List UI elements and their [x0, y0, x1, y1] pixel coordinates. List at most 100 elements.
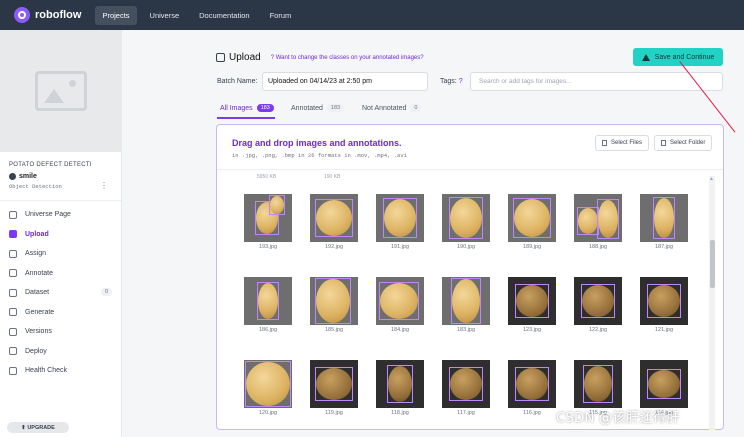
warning-icon: [641, 53, 650, 61]
image-tile[interactable]: 120.jpg: [244, 360, 292, 416]
image-thumbnail: [376, 277, 424, 325]
image-tile[interactable]: 118.jpg: [376, 360, 424, 416]
tags-input[interactable]: Search or add tags for images...: [470, 72, 723, 91]
tab-label: Not Annotated: [362, 104, 407, 112]
sidebar-item-upload[interactable]: Upload: [0, 225, 121, 245]
tab-annotated[interactable]: Annotated 183: [291, 104, 345, 112]
select-files-button[interactable]: Select Files: [595, 135, 650, 151]
image-tile[interactable]: 183.jpg: [442, 277, 490, 333]
sidebar-item-label: Health Check: [25, 367, 68, 375]
image-thumbnail: [310, 277, 358, 325]
image-filename: 188.jpg: [588, 244, 608, 250]
page-title: Upload: [229, 52, 261, 63]
image-tile[interactable]: 123.jpg: [508, 277, 556, 333]
image-tile[interactable]: 119.jpg: [310, 360, 358, 416]
image-tile[interactable]: 122.jpg: [574, 277, 622, 333]
upgrade-label: UPGRADE: [27, 424, 55, 431]
project-name: POTATO DEFECT DETECTI: [9, 162, 92, 168]
active-tab-indicator: [217, 117, 275, 119]
image-thumbnail: [640, 277, 688, 325]
upgrade-button[interactable]: ⬆ UPGRADE: [7, 422, 69, 433]
upload-dropzone[interactable]: Drag and drop images and annotations. in…: [216, 124, 724, 430]
nav-forum[interactable]: Forum: [263, 6, 299, 25]
versions-icon: [9, 327, 17, 336]
image-tile[interactable]: 185.jpg: [310, 277, 358, 333]
annotation-box: [449, 197, 483, 239]
image-tile[interactable]: 187.jpg: [640, 194, 688, 250]
help-link[interactable]: ? Want to change the classes on your ann…: [271, 55, 424, 61]
image-tile[interactable]: 192.jpg: [310, 194, 358, 250]
sidebar-item-label: Annotate: [25, 269, 54, 277]
select-folder-button[interactable]: Select Folder: [654, 135, 713, 151]
sidebar-item-universe-page[interactable]: Universe Page: [0, 205, 121, 225]
top-nav: roboflow Projects Universe Documentation…: [0, 0, 744, 30]
tab-label: All Images: [220, 104, 253, 112]
tab-not-annotated[interactable]: Not Annotated 0: [362, 104, 422, 112]
image-tile[interactable]: 193.jpg: [244, 194, 292, 250]
sidebar-item-generate[interactable]: Generate: [0, 303, 121, 323]
image-filename: 187.jpg: [654, 244, 674, 250]
project-type: Object Detection: [9, 183, 62, 190]
file-icon: [602, 140, 607, 146]
annotation-box: [647, 369, 681, 399]
sidebar-item-deploy[interactable]: Deploy: [0, 342, 121, 362]
sidebar-item-health-check[interactable]: Health Check: [0, 361, 121, 381]
image-tile[interactable]: 184.jpg: [376, 277, 424, 333]
tab-all-images[interactable]: All Images 183: [220, 104, 274, 112]
image-thumbnail: [376, 360, 424, 408]
nav-projects[interactable]: Projects: [95, 5, 137, 25]
image-tile[interactable]: 116.jpg: [508, 360, 556, 416]
upload-icon: [9, 230, 17, 239]
image-tile[interactable]: 186.jpg: [244, 277, 292, 333]
image-tile[interactable]: 190.jpg: [442, 194, 490, 250]
workspace-icon: [9, 173, 16, 180]
batch-name-label: Batch Name:: [217, 78, 258, 85]
annotation-box: [653, 197, 675, 239]
page-header: Upload ? Want to change the classes on y…: [216, 52, 424, 63]
image-tile[interactable]: 117.jpg: [442, 360, 490, 416]
image-filename: 184.jpg: [390, 327, 410, 333]
image-tile[interactable]: 188.jpg: [574, 194, 622, 250]
sidebar-item-assign[interactable]: Assign: [0, 244, 121, 264]
scrollbar-thumb[interactable]: [710, 240, 715, 288]
image-tile[interactable]: 121.jpg: [640, 277, 688, 333]
sidebar-item-dataset[interactable]: Dataset 0: [0, 283, 121, 303]
globe-icon: [9, 210, 17, 219]
save-button-label: Save and Continue: [654, 53, 715, 61]
annotation-box: [647, 284, 681, 318]
image-placeholder-icon: [35, 71, 87, 111]
image-tile[interactable]: 191.jpg: [376, 194, 424, 250]
kebab-menu-icon[interactable]: ⋮: [100, 182, 108, 190]
image-thumbnail: [574, 194, 622, 242]
annotation-box: [269, 195, 285, 215]
image-thumbnail: [574, 360, 622, 408]
tags-label: Tags: ?: [440, 78, 463, 85]
logo[interactable]: roboflow: [14, 7, 81, 23]
batch-name-input[interactable]: Uploaded on 04/14/23 at 2:50 pm: [262, 72, 428, 91]
annotation-box: [583, 365, 613, 403]
scrollbar-track[interactable]: [709, 176, 715, 430]
sidebar-item-label: Versions: [25, 328, 52, 336]
sidebar-item-label: Generate: [25, 308, 55, 316]
image-thumbnail: [574, 277, 622, 325]
sidebar-item-label: Dataset: [25, 289, 50, 297]
tab-label: Annotated: [291, 104, 323, 112]
annotate-icon: [9, 269, 17, 278]
tags-help-icon[interactable]: ?: [459, 78, 463, 85]
sidebar-item-annotate[interactable]: Annotate: [0, 264, 121, 284]
image-filename: 192.jpg: [324, 244, 344, 250]
annotation-box: [449, 367, 483, 401]
image-thumbnail: [508, 277, 556, 325]
tab-count-badge: 0: [410, 104, 422, 112]
annotation-box: [515, 284, 549, 318]
image-thumbnail: [244, 194, 292, 242]
annotation-box: [315, 278, 351, 324]
image-tile[interactable]: 189.jpg: [508, 194, 556, 250]
scroll-up-icon[interactable]: ▲: [709, 176, 714, 182]
nav-documentation[interactable]: Documentation: [192, 6, 256, 25]
image-filename: 193.jpg: [258, 244, 278, 250]
sidebar-item-versions[interactable]: Versions: [0, 322, 121, 342]
help-link-text: Want to change the classes on your annot…: [275, 54, 424, 61]
nav-universe[interactable]: Universe: [143, 6, 187, 25]
save-and-continue-button[interactable]: Save and Continue: [633, 48, 723, 66]
